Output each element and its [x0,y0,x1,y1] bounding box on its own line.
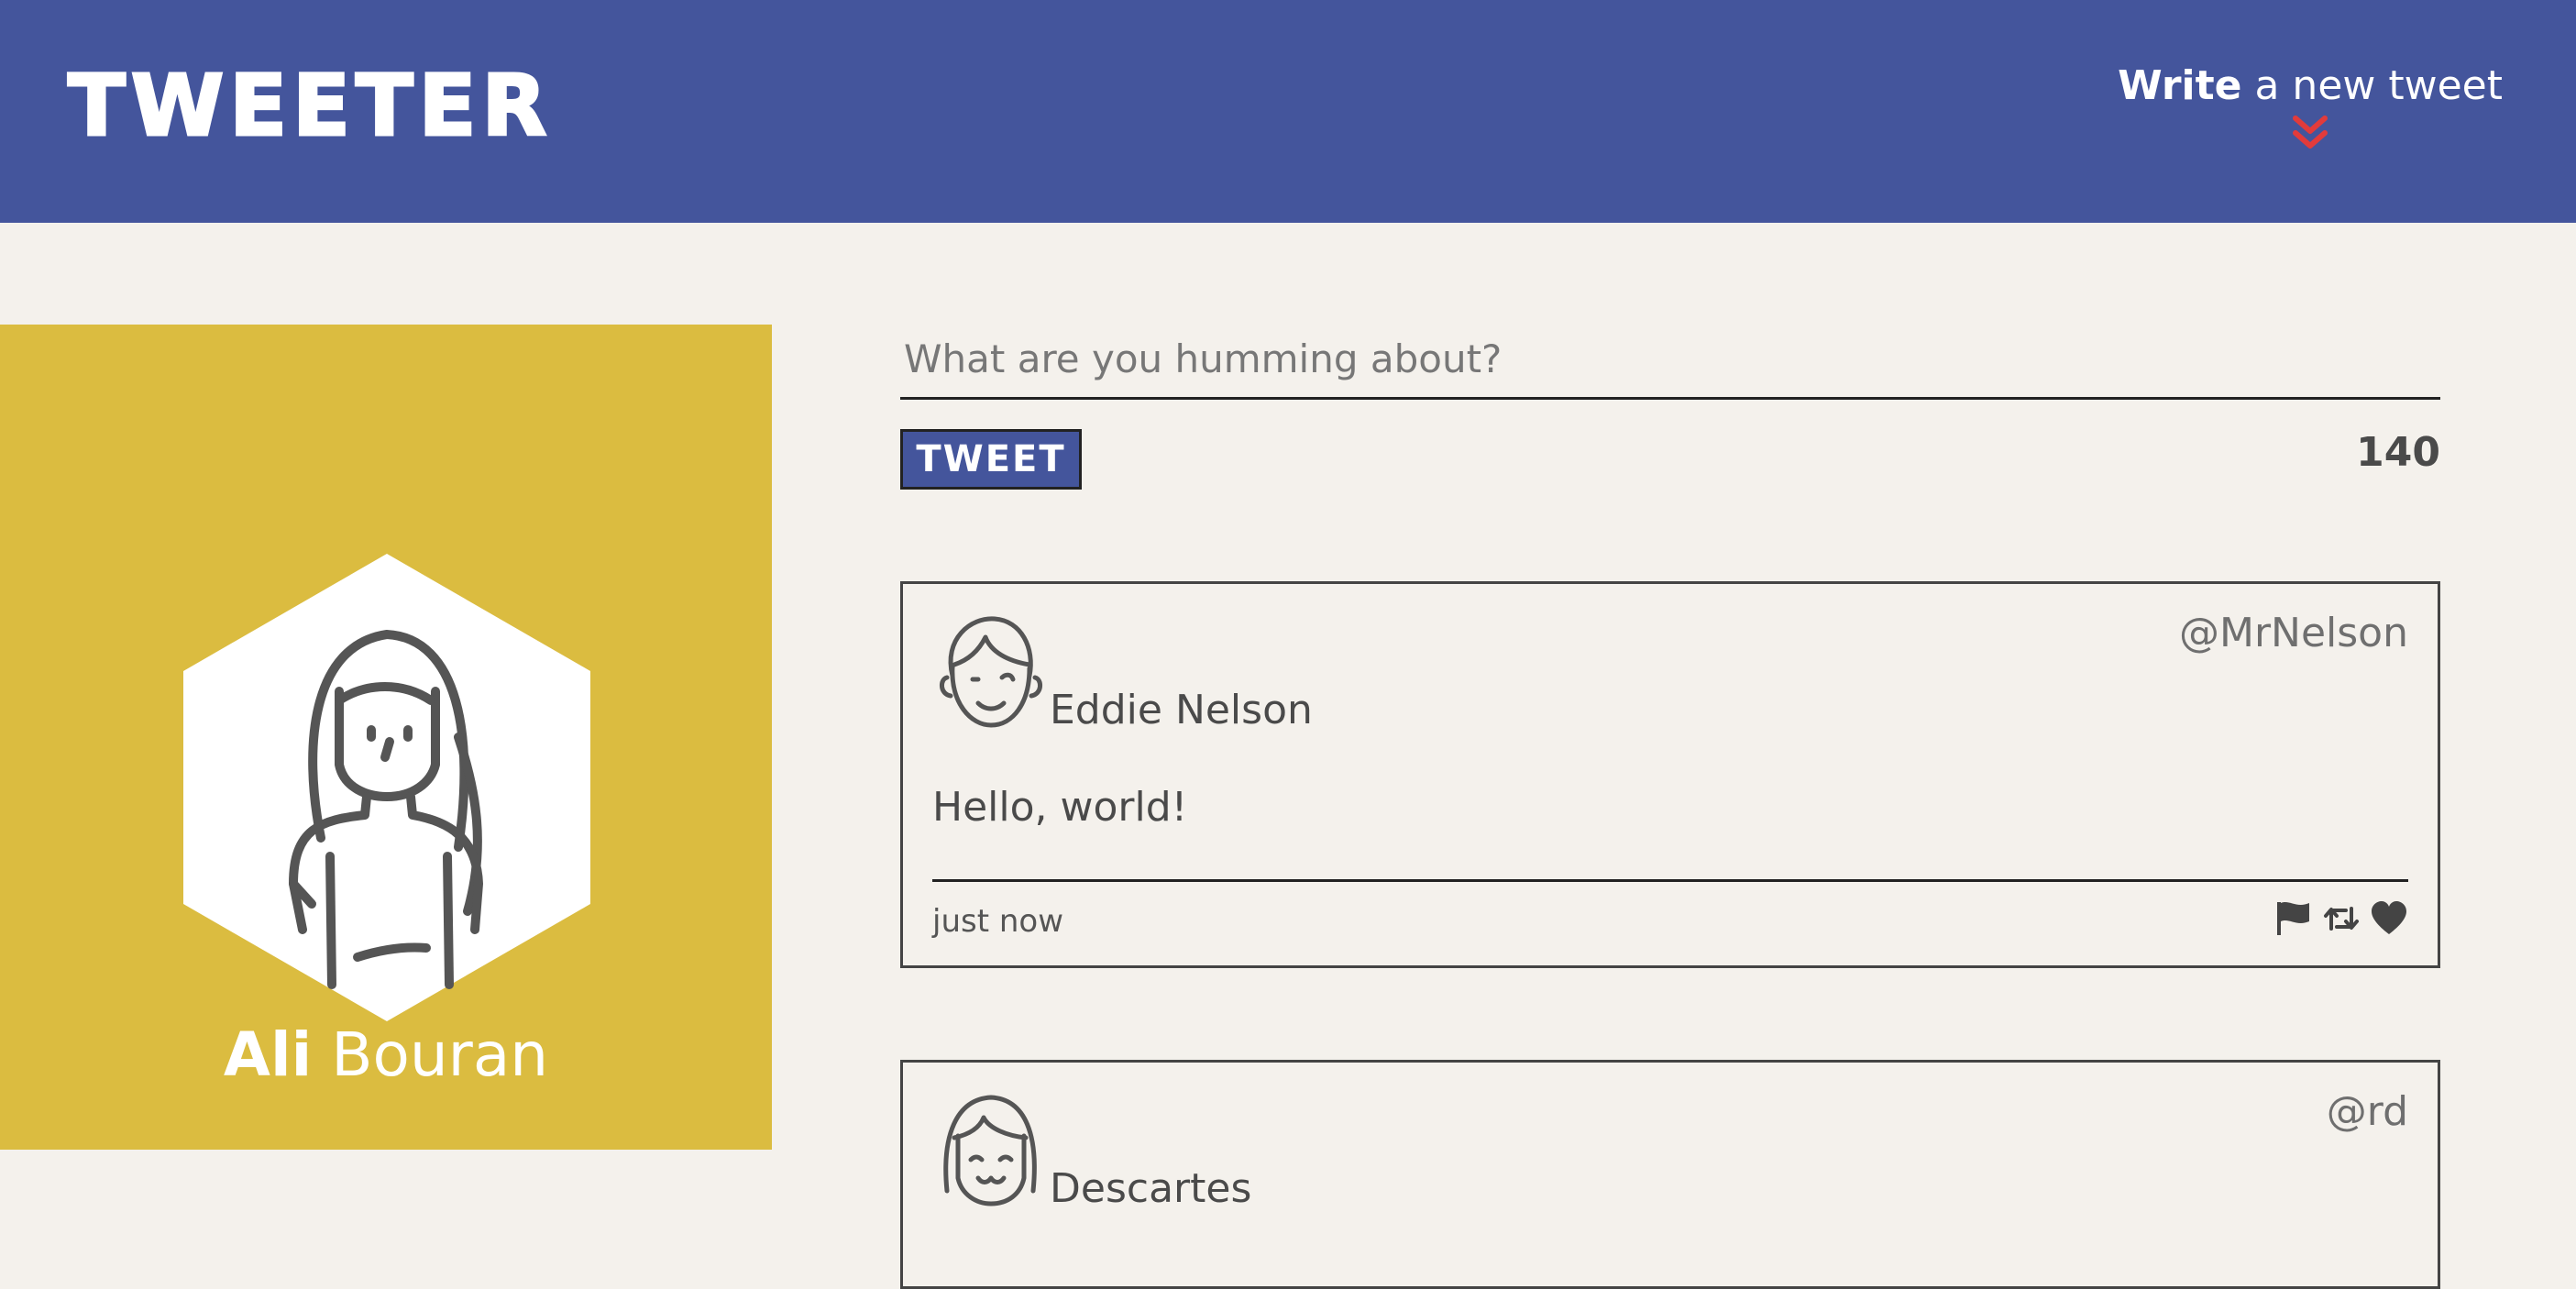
tweet-timestamp: just now [932,903,1064,940]
tweet-input[interactable] [900,321,2440,400]
tweet-handle[interactable]: @MrNelson [2179,613,2408,654]
profile-last-name: Bouran [312,1019,549,1090]
profile-first-name: Ali [223,1019,313,1090]
heart-icon[interactable] [2370,899,2408,938]
tweet-display-name: Eddie Nelson [1050,687,1313,733]
tweet-card: Eddie Nelson @MrNelson Hello, world! jus… [900,581,2440,968]
tweet-divider [932,879,2408,882]
character-counter: 140 [2356,429,2440,476]
tweet-handle[interactable]: @rd [2327,1092,2408,1132]
tweet-display-name: Descartes [1050,1165,1252,1212]
compose-toggle-button[interactable]: Write a new tweet [2118,62,2503,151]
retweet-icon[interactable] [2322,899,2361,938]
double-chevron-down-icon [2293,115,2328,149]
site-header: TWEETER Write a new tweet [0,0,2576,223]
profile-avatar [183,554,590,1021]
avatar [943,1095,1037,1206]
compose-toggle-rest: a new tweet [2241,62,2503,109]
profile-name: Ali Bouran [0,1025,772,1085]
tweet-composer: TWEET 140 [900,321,2440,490]
site-logo[interactable]: TWEETER [66,62,552,149]
compose-toggle-bold: Write [2118,62,2242,109]
tweet-card: Descartes @rd [900,1060,2440,1289]
tweet-button[interactable]: TWEET [900,429,1082,490]
compose-toggle-label: Write a new tweet [2118,62,2503,111]
tweet-content: Hello, world! [932,784,1188,831]
avatar [940,616,1042,728]
flag-icon[interactable] [2274,899,2313,938]
tweet-actions [2274,899,2408,938]
